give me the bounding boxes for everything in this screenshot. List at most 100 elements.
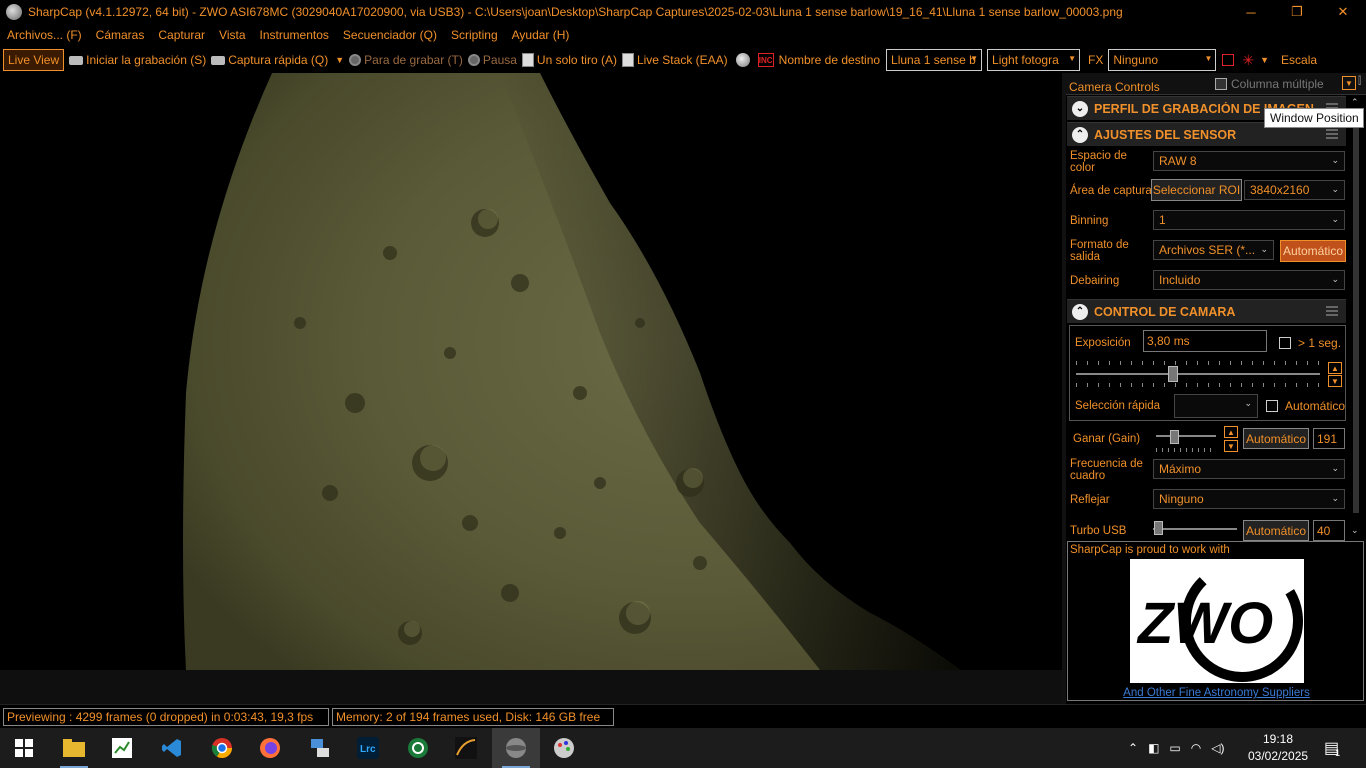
taskbar-astro-app[interactable] (442, 728, 490, 768)
exposure-slider-thumb[interactable] (1168, 366, 1178, 382)
pause-button[interactable]: Pausa (467, 53, 517, 67)
menu-file[interactable]: Archivos... (F) (7, 28, 82, 42)
turbo-usb-input[interactable]: 40 (1313, 520, 1345, 541)
taskbar-lightroom-classic[interactable]: Lrc (344, 728, 392, 768)
live-view-button[interactable]: Live View (3, 49, 65, 71)
gain-slider-track[interactable] (1156, 435, 1216, 437)
taskbar-green-app[interactable] (394, 728, 442, 768)
gain-decrease-icon[interactable]: ▼ (1224, 440, 1238, 452)
window-position-tooltip: Window Position (1264, 108, 1364, 128)
chevron-up-icon[interactable]: ⌃ (1072, 126, 1088, 143)
notification-center[interactable]: ▤ 1 (1324, 728, 1340, 768)
select-roi-button[interactable]: Seleccionar ROI (1151, 179, 1242, 201)
chevron-down-icon[interactable]: ⌄ (1072, 100, 1088, 117)
panel-scrollbar[interactable]: ⌃ ⌄ (1348, 95, 1364, 541)
pin-icon[interactable]: ⫿ (1358, 76, 1361, 87)
long-exposure-toggle[interactable]: > 1 seg. (1279, 336, 1341, 350)
output-format-auto-button[interactable]: Automático (1280, 240, 1346, 262)
frame-rate-select[interactable]: Máximo ⌄ (1153, 459, 1345, 479)
long-exposure-checkbox[interactable] (1279, 337, 1291, 349)
gain-slider-thumb[interactable] (1170, 430, 1179, 444)
scroll-up-icon[interactable]: ⌃ (1351, 97, 1359, 108)
menu-instruments[interactable]: Instrumentos (260, 28, 329, 42)
start-recording-button[interactable]: Iniciar la grabación (S) (69, 53, 206, 67)
taskbar-firefox[interactable] (246, 728, 294, 768)
exposure-input[interactable]: 3,80 ms (1143, 330, 1267, 352)
scale-label: Escala (1281, 53, 1318, 67)
crosshair-icon[interactable]: ✳ (1242, 52, 1254, 69)
resolution-select[interactable]: 3840x2160 ⌄ (1244, 180, 1345, 200)
menu-help[interactable]: Ayudar (H) (512, 28, 570, 42)
select-region-icon[interactable] (1222, 54, 1235, 66)
binning-select[interactable]: 1 ⌄ (1153, 210, 1345, 230)
chevron-up-icon[interactable]: ⌃ (1072, 303, 1088, 320)
taskbar-chrome[interactable] (198, 728, 246, 768)
exposure-slider-track[interactable] (1076, 373, 1320, 375)
stop-recording-label: Para de grabar (T) (364, 53, 463, 67)
debayer-select[interactable]: Incluido ⌄ (1153, 270, 1345, 290)
close-button[interactable]: ✕ (1320, 0, 1366, 24)
menu-cameras[interactable]: Cámaras (96, 28, 145, 42)
section-camera-header[interactable]: ⌃ CONTROL DE CAMARA (1067, 299, 1346, 323)
taskbar-paint-app[interactable] (540, 728, 588, 768)
exposure-decrease-icon[interactable]: ▼ (1328, 375, 1342, 387)
taskbar-clock[interactable]: 19:18 03/02/2025 (1248, 731, 1308, 765)
gain-input[interactable]: 191 (1313, 428, 1345, 449)
taskbar-app-chart[interactable] (98, 728, 146, 768)
notification-count: 1 (1335, 748, 1341, 758)
output-format-select[interactable]: Archivos SER (*... ⌄ (1153, 240, 1274, 260)
taskbar-network-app[interactable] (296, 728, 344, 768)
chevron-down-icon[interactable]: ▼ (335, 55, 344, 65)
quick-capture-button[interactable]: Captura rápida (Q) ▼ (211, 53, 344, 67)
gain-auto-button[interactable]: Automático (1243, 428, 1309, 449)
menu-view[interactable]: Vista (219, 28, 245, 42)
quick-select-auto-checkbox[interactable] (1266, 400, 1278, 412)
chevron-down-icon: ⌄ (1331, 155, 1339, 165)
start-button[interactable] (0, 728, 48, 768)
color-space-select[interactable]: RAW 8 ⌄ (1153, 151, 1345, 171)
frame-type-select[interactable]: Light fotogra ▼ (987, 49, 1081, 71)
turbo-usb-auto-button[interactable]: Automático (1243, 520, 1309, 541)
quick-select-auto-toggle[interactable]: Automático (1266, 399, 1345, 413)
live-stack-button[interactable]: Live Stack (EAA) (621, 53, 728, 67)
chevron-up-icon[interactable]: ⌃ (1128, 741, 1138, 755)
wifi-icon[interactable]: ◠ (1191, 741, 1201, 755)
increment-icon[interactable]: INC (757, 53, 774, 67)
scroll-down-icon[interactable]: ⌄ (1351, 525, 1359, 536)
flip-select[interactable]: Ninguno ⌄ (1153, 489, 1345, 509)
battery-icon[interactable]: ▭ (1169, 741, 1180, 755)
dropdown-icon[interactable]: ▼ (1342, 76, 1356, 90)
menu-capture[interactable]: Capturar (158, 28, 205, 42)
turbo-usb-slider-thumb[interactable] (1154, 521, 1163, 535)
moon-icon[interactable] (735, 53, 750, 67)
single-shot-button[interactable]: Un solo tiro (A) (521, 53, 617, 67)
quick-select-dropdown[interactable]: ⌄ (1174, 394, 1258, 418)
multi-column-toggle[interactable]: Columna múltiple (1215, 77, 1324, 91)
gain-increase-icon[interactable]: ▲ (1224, 426, 1238, 438)
stop-recording-button[interactable]: Para de grabar (T) (349, 53, 463, 67)
maximize-button[interactable]: ❐ (1274, 0, 1320, 24)
fx-select[interactable]: Ninguno ▼ (1108, 49, 1217, 71)
zwo-logo[interactable]: ZWO (1130, 559, 1304, 683)
scrollbar-thumb[interactable] (1353, 123, 1359, 513)
minimize-button[interactable]: ─ (1228, 0, 1274, 24)
chevron-down-icon[interactable]: ▼ (1260, 55, 1269, 65)
hamburger-icon[interactable] (1326, 129, 1338, 139)
turbo-usb-slider-track[interactable] (1153, 528, 1237, 530)
target-name-select[interactable]: Lluna 1 sense b ▼ (886, 49, 983, 71)
menu-sequencer[interactable]: Secuenciador (Q) (343, 28, 437, 42)
taskbar-sharpcap[interactable] (492, 728, 540, 768)
meet-now-icon[interactable]: ◧ (1148, 741, 1159, 755)
exposure-increase-icon[interactable]: ▲ (1328, 362, 1342, 374)
hamburger-icon[interactable] (1326, 306, 1338, 316)
multi-column-checkbox[interactable] (1215, 78, 1227, 90)
volume-icon[interactable]: ◁) (1211, 741, 1224, 755)
image-viewport[interactable] (0, 73, 1062, 670)
taskbar-file-explorer[interactable] (50, 728, 98, 768)
taskbar-vscode[interactable] (148, 728, 196, 768)
menu-scripting[interactable]: Scripting (451, 28, 498, 42)
suppliers-link[interactable]: And Other Fine Astronomy Suppliers (1068, 687, 1365, 699)
video-camera-icon (69, 55, 84, 65)
section-camera-title: CONTROL DE CAMARA (1094, 304, 1236, 319)
lightroom-icon: Lrc (357, 737, 379, 759)
